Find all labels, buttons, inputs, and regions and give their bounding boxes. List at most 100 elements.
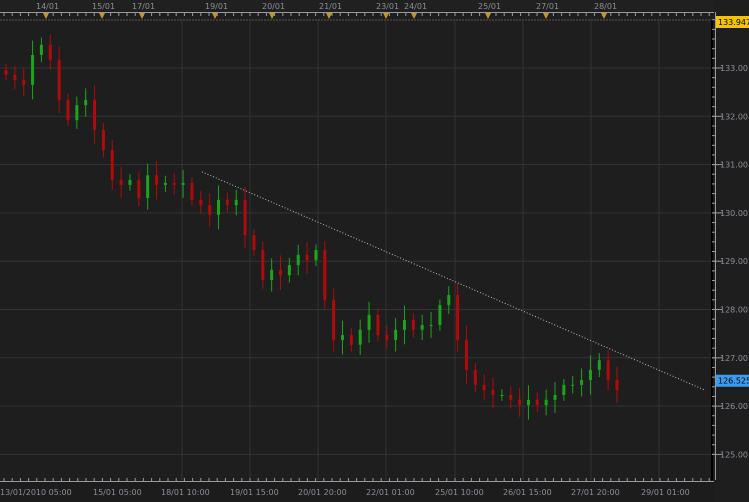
last-price-label: 126.525 <box>718 377 749 386</box>
candle-body <box>296 254 300 266</box>
candle-body <box>402 320 406 330</box>
candle-body <box>190 182 194 200</box>
date-marker-icon <box>485 13 491 19</box>
x-tick-label: 19/01 15:00 <box>230 488 279 497</box>
x-tick-label: 27/01 20:00 <box>571 488 620 497</box>
date-marker-icon <box>601 13 607 19</box>
candle-body <box>110 150 114 181</box>
candle-body <box>172 182 176 185</box>
y-tick-label: 133.00 <box>720 64 748 73</box>
date-marker-icon <box>43 13 49 19</box>
y-tick-label: 130.00 <box>720 209 748 218</box>
candle-body <box>101 129 105 151</box>
candle-body <box>181 182 185 185</box>
date-marker-icon <box>326 13 332 19</box>
time-axis: 13/01/2010 05:00 15/01 05:00 18/01 10:00 19… <box>0 478 749 502</box>
y-tick-label: 128.00 <box>720 306 748 315</box>
candle-body <box>279 269 283 276</box>
candle-body <box>128 180 132 185</box>
x-tick-label: 13/01/2010 05:00 <box>0 488 72 497</box>
candle-body <box>57 59 61 100</box>
candle-body <box>31 54 35 85</box>
candle-body <box>332 299 336 340</box>
candle-body <box>438 305 442 325</box>
top-date-label: 17/01 <box>132 2 155 11</box>
candle-body <box>66 99 70 121</box>
candle-body <box>553 394 557 400</box>
candle-body <box>482 384 486 391</box>
candle-body <box>13 74 17 81</box>
candle-body <box>270 269 274 281</box>
date-marker-icon <box>543 13 549 19</box>
date-marker-icon <box>383 13 389 19</box>
y-tick-label: 132.00 <box>720 112 748 121</box>
candle-body <box>367 314 371 330</box>
x-tick-label: 25/01 10:00 <box>435 488 484 497</box>
candle-body <box>225 199 229 206</box>
candle-body <box>473 369 477 385</box>
x-tick-label: 29/01 01:00 <box>641 488 690 497</box>
y-tick-label: 129.00 <box>720 257 748 266</box>
candle-body <box>491 390 495 395</box>
candle-body <box>349 335 353 345</box>
candle-body <box>39 44 43 55</box>
top-date-label: 24/01 <box>404 2 427 11</box>
candle-body <box>588 369 592 381</box>
top-date-label: 25/01 <box>478 2 501 11</box>
candle-body <box>606 360 610 381</box>
candle-body <box>376 314 380 336</box>
grid-lines <box>0 19 714 480</box>
date-marker-icon <box>139 13 145 19</box>
top-date-axis: 14/01 15/01 17/01 19/01 20/01 21/01 23/01 24/01… <box>0 0 749 19</box>
date-marker-icon <box>99 13 105 19</box>
candle-body <box>323 250 327 300</box>
candle-body <box>340 335 344 340</box>
x-tick-label: 22/01 01:00 <box>366 488 415 497</box>
candle-body <box>75 105 79 121</box>
y-tick-label: 131.00 <box>720 161 748 170</box>
candle-body <box>217 199 221 215</box>
candle-body <box>234 199 238 206</box>
top-date-label: 20/01 <box>262 2 285 11</box>
candle-body <box>137 180 141 198</box>
candle-body <box>411 320 415 330</box>
candle-body <box>358 329 362 345</box>
candle-body <box>305 254 309 261</box>
y-tick-label: 126.00 <box>720 402 748 411</box>
candle-body <box>518 399 522 406</box>
candle-body <box>420 324 424 330</box>
candle-body <box>580 380 584 385</box>
price-axis[interactable]: 133.00 132.00 131.00 130.00 129.00 128.00 127.… <box>712 0 749 502</box>
candle-body <box>509 394 513 400</box>
top-date-label: 23/01 <box>376 2 399 11</box>
candle-body <box>4 69 8 75</box>
price-chart[interactable]: 14/01 15/01 17/01 19/01 20/01 21/01 23/01 24/01… <box>0 0 749 502</box>
x-tick-label: 15/01 05:00 <box>93 488 142 497</box>
high-price-label: 133.947 <box>718 18 749 27</box>
candle-body <box>119 180 123 185</box>
candle-body <box>84 99 88 106</box>
candle-body <box>93 99 97 130</box>
candle-body <box>385 335 389 340</box>
candle-body <box>615 380 619 391</box>
candle-body <box>208 205 212 215</box>
top-date-label: 15/01 <box>92 2 115 11</box>
x-tick-label: 18/01 10:00 <box>161 488 210 497</box>
plot-area <box>0 20 714 480</box>
candle-body <box>464 339 468 370</box>
candle-body <box>526 399 530 406</box>
x-tick-label: 20/01 20:00 <box>298 488 347 497</box>
top-date-label: 27/01 <box>536 2 559 11</box>
x-tick-label: 26/01 15:00 <box>503 488 552 497</box>
candle-body <box>243 199 247 236</box>
top-date-label: 28/01 <box>594 2 617 11</box>
candle-body <box>500 394 504 396</box>
date-marker-icon <box>411 13 417 19</box>
candle-body <box>252 235 256 251</box>
top-date-label: 21/01 <box>319 2 342 11</box>
candle-body <box>287 265 291 276</box>
candle-body <box>163 182 167 185</box>
candle-body <box>155 175 159 185</box>
candle-body <box>456 295 460 340</box>
y-tick-label: 125.00 <box>720 450 748 459</box>
